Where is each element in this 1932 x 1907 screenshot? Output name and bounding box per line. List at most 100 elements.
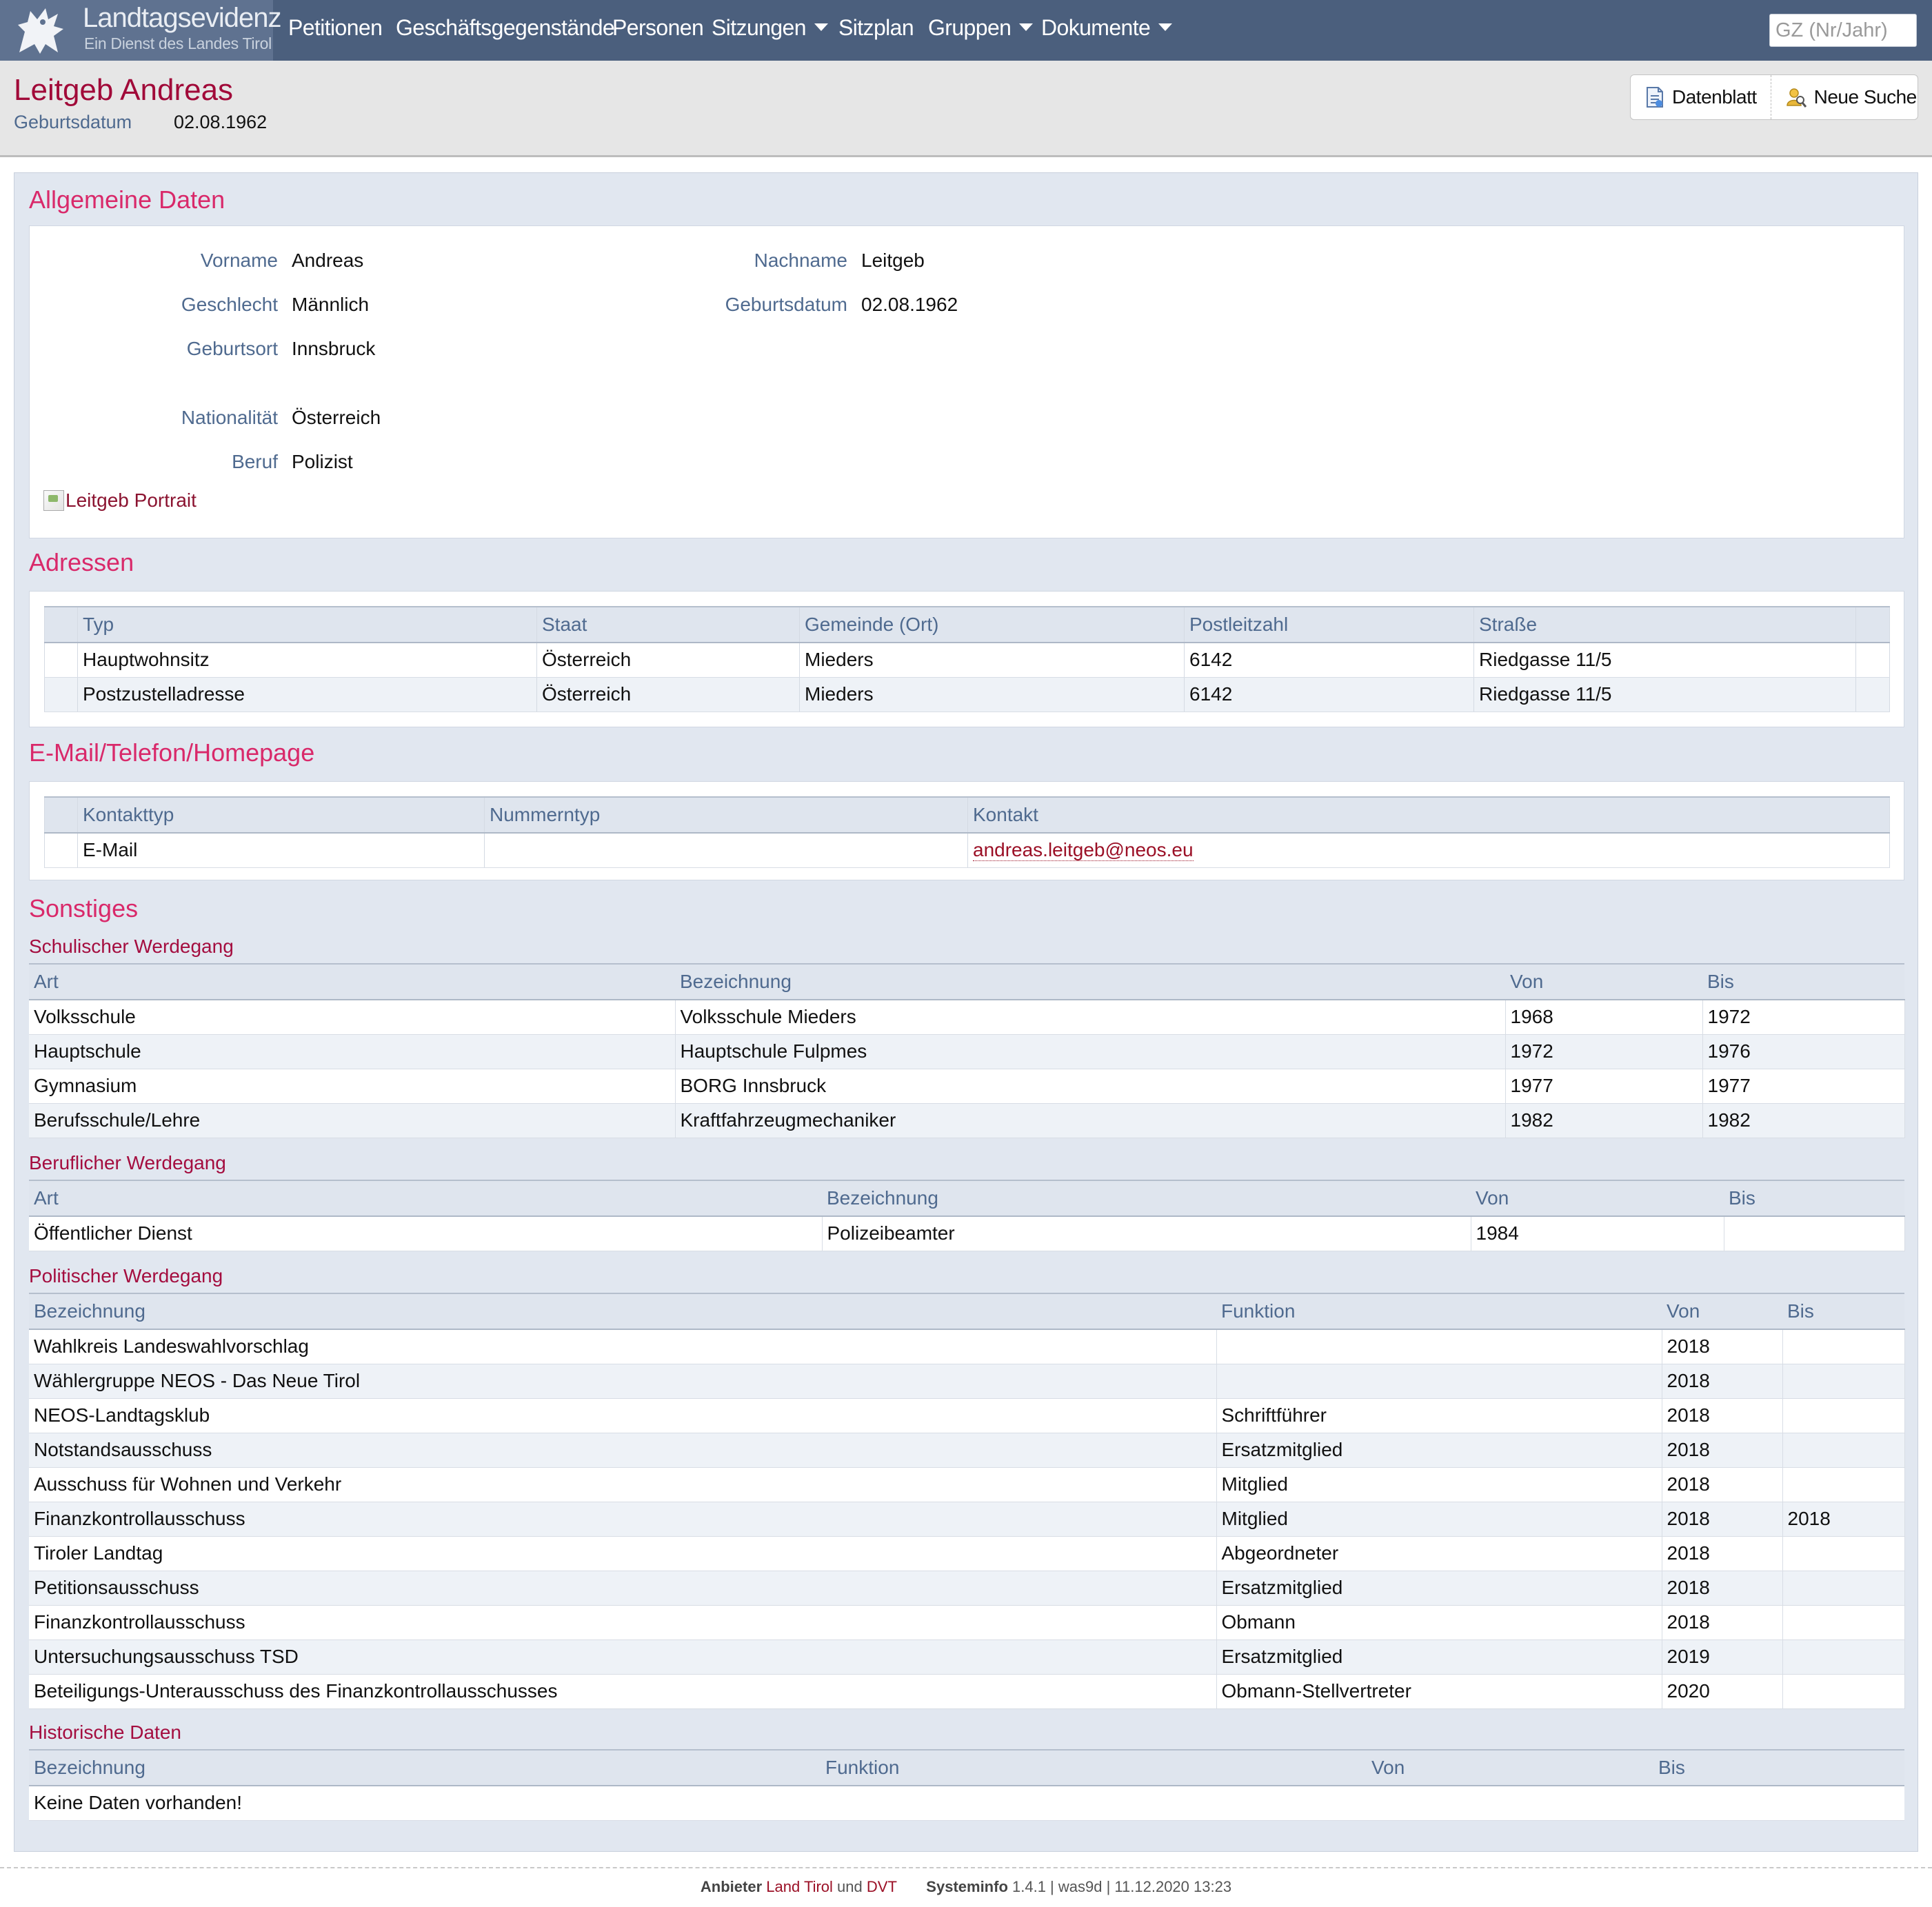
historisch-table: Bezeichnung Funktion Von Bis Keine Daten… [29,1749,1904,1821]
cell-bezeichnung: Kraftfahrzeugmechaniker [675,1103,1506,1138]
col-funktion[interactable]: Funktion [821,1749,1367,1786]
table-row[interactable]: Postzustelladresse Österreich Mieders 61… [44,677,1890,712]
col-art[interactable]: Art [29,1180,822,1217]
col-kontakt[interactable]: Kontakt [967,796,1890,834]
nav-label: Sitzplan [838,15,914,40]
table-row[interactable]: Petitionsausschuss Ersatzmitglied 2018 [29,1571,1905,1606]
col-gemeinde[interactable]: Gemeinde (Ort) [799,606,1185,643]
section-title-adressen: Adressen [29,548,134,576]
cell-bezeichnung: Tiroler Landtag [29,1536,1217,1571]
section-title-kontakt: E-Mail/Telefon/Homepage [29,738,315,767]
kontakt-box: Kontakttyp Nummerntyp Kontakt E-Mail and… [29,781,1904,880]
col-art[interactable]: Art [29,963,675,1000]
table-row[interactable]: Berufsschule/Lehre Kraftfahrzeugmechanik… [29,1103,1905,1138]
table-row[interactable]: Volksschule Volksschule Mieders 1968 197… [29,1000,1905,1035]
col-bis[interactable]: Bis [1653,1749,1904,1786]
portrait-image: Leitgeb Portrait [43,490,197,512]
cell-kontakt: andreas.leitgeb@neos.eu [967,833,1890,868]
table-row[interactable]: Wahlkreis Landeswahlvorschlag 2018 [29,1329,1905,1364]
brand-home-link[interactable]: Landtagsevidenz Ein Dienst des Landes Ti… [0,0,281,61]
table-row[interactable]: Hauptwohnsitz Österreich Mieders 6142 Ri… [44,643,1890,678]
geburtsdatum-label: Geburtsdatum [725,294,847,315]
cell-bezeichnung: Finanzkontrollausschuss [29,1605,1217,1640]
table-row[interactable]: NEOS-Landtagsklub Schriftführer 2018 [29,1398,1905,1433]
cell-art: Öffentlicher Dienst [29,1216,823,1251]
cell-spacer [44,677,78,712]
nav-sitzungen[interactable]: Sitzungen [712,15,828,41]
table-row[interactable]: Tiroler Landtag Abgeordneter 2018 [29,1536,1905,1571]
nav-gruppen[interactable]: Gruppen [928,15,1034,41]
col-von[interactable]: Von [1367,1749,1653,1786]
col-postleitzahl[interactable]: Postleitzahl [1184,606,1474,643]
footer: Anbieter Land Tirol und DVT Systeminfo 1… [0,1878,1932,1896]
brand-subtitle: Ein Dienst des Landes Tirol [84,34,272,52]
col-bis[interactable]: Bis [1702,963,1904,1000]
cell-bis [1782,1364,1905,1399]
beruflich-table: Art Bezeichnung Von Bis Öffentlicher Die… [29,1180,1905,1251]
cell-staat: Österreich [536,643,800,678]
col-von[interactable]: Von [1662,1293,1782,1330]
cell-funktion: Abgeordneter [1216,1536,1662,1571]
col-von[interactable]: Von [1505,963,1702,1000]
kontakt-table: Kontakttyp Nummerntyp Kontakt E-Mail and… [44,796,1890,868]
cell-von: 2018 [1662,1502,1783,1537]
cell-art: Volksschule [29,1000,676,1035]
table-row[interactable]: Öffentlicher Dienst Polizeibeamter 1984 [29,1216,1905,1251]
nav-petitionen[interactable]: Petitionen [288,15,383,41]
table-row[interactable]: Beteiligungs-Unterausschuss des Finanzko… [29,1674,1905,1709]
table-row[interactable]: Ausschuss für Wohnen und Verkehr Mitglied… [29,1467,1905,1502]
cell-typ: Postzustelladresse [77,677,537,712]
nav-sitzplan[interactable]: Sitzplan [838,15,914,41]
nationalitaet-value: Österreich [292,407,381,428]
col-von[interactable]: Von [1471,1180,1724,1217]
politisch-table: Bezeichnung Funktion Von Bis Wahlkreis L… [29,1293,1905,1709]
table-row[interactable]: Notstandsausschuss Ersatzmitglied 2018 [29,1433,1905,1468]
datenblatt-button[interactable]: Datenblatt [1631,75,1771,119]
col-bezeichnung[interactable]: Bezeichnung [29,1749,821,1786]
cell-bezeichnung: Ausschuss für Wohnen und Verkehr [29,1467,1217,1502]
neue-suche-button[interactable]: Neue Suche [1770,75,1931,119]
broken-image-icon [43,490,64,511]
col-bis[interactable]: Bis [1782,1293,1904,1330]
cell-bezeichnung: Volksschule Mieders [675,1000,1506,1035]
cell-bis: 2018 [1782,1502,1905,1537]
gz-search-input[interactable] [1769,14,1917,47]
table-row[interactable]: Finanzkontrollausschuss Mitglied 2018 2018 [29,1502,1905,1537]
table-row[interactable]: E-Mail andreas.leitgeb@neos.eu [44,833,1890,868]
search-person-icon [1786,88,1807,108]
footer-link-dvt[interactable]: DVT [867,1878,897,1895]
col-typ[interactable]: Typ [77,606,537,643]
cell-von: 2018 [1662,1329,1783,1364]
nachname-value: Leitgeb [861,250,925,271]
col-kontakttyp[interactable]: Kontakttyp [77,796,485,834]
footer-anbieter-label: Anbieter [700,1878,763,1895]
table-row[interactable]: Finanzkontrollausschuss Obmann 2018 [29,1605,1905,1640]
col-bezeichnung[interactable]: Bezeichnung [822,1180,1471,1217]
nav-dokumente[interactable]: Dokumente [1041,15,1173,41]
nav-personen[interactable]: Personen [612,15,704,41]
nationalitaet-label: Nationalität [181,407,278,428]
footer-link-land-tirol[interactable]: Land Tirol [766,1878,833,1895]
nav-label: Petitionen [288,15,383,40]
col-nummerntyp[interactable]: Nummerntyp [484,796,968,834]
cell-bis: 1976 [1702,1034,1905,1069]
col-staat[interactable]: Staat [536,606,800,643]
cell-funktion: Mitglied [1216,1502,1662,1537]
col-strasse[interactable]: Straße [1473,606,1856,643]
schulisch-table: Art Bezeichnung Von Bis Volksschule Volk… [29,963,1905,1138]
table-row[interactable]: Untersuchungsausschuss TSD Ersatzmitglied… [29,1639,1905,1675]
table-row[interactable]: Hauptschule Hauptschule Fulpmes 1972 197… [29,1034,1905,1069]
col-funktion[interactable]: Funktion [1216,1293,1662,1330]
col-bezeichnung[interactable]: Bezeichnung [675,963,1505,1000]
datenblatt-label: Datenblatt [1672,86,1757,108]
col-bis[interactable]: Bis [1724,1180,1904,1217]
cell-bis [1782,1398,1905,1433]
cell-von: 2018 [1662,1536,1783,1571]
nav-geschaeftsgegenstaende[interactable]: Geschäftsgegenstände [396,15,615,41]
email-link[interactable]: andreas.leitgeb@neos.eu [973,839,1194,862]
nav-label: Geschäftsgegenstände [396,15,615,40]
table-row[interactable]: Gymnasium BORG Innsbruck 1977 1977 [29,1069,1905,1104]
table-row[interactable]: Wählergruppe NEOS - Das Neue Tirol 2018 [29,1364,1905,1399]
col-bezeichnung[interactable]: Bezeichnung [29,1293,1216,1330]
cell-typ: Hauptwohnsitz [77,643,537,678]
